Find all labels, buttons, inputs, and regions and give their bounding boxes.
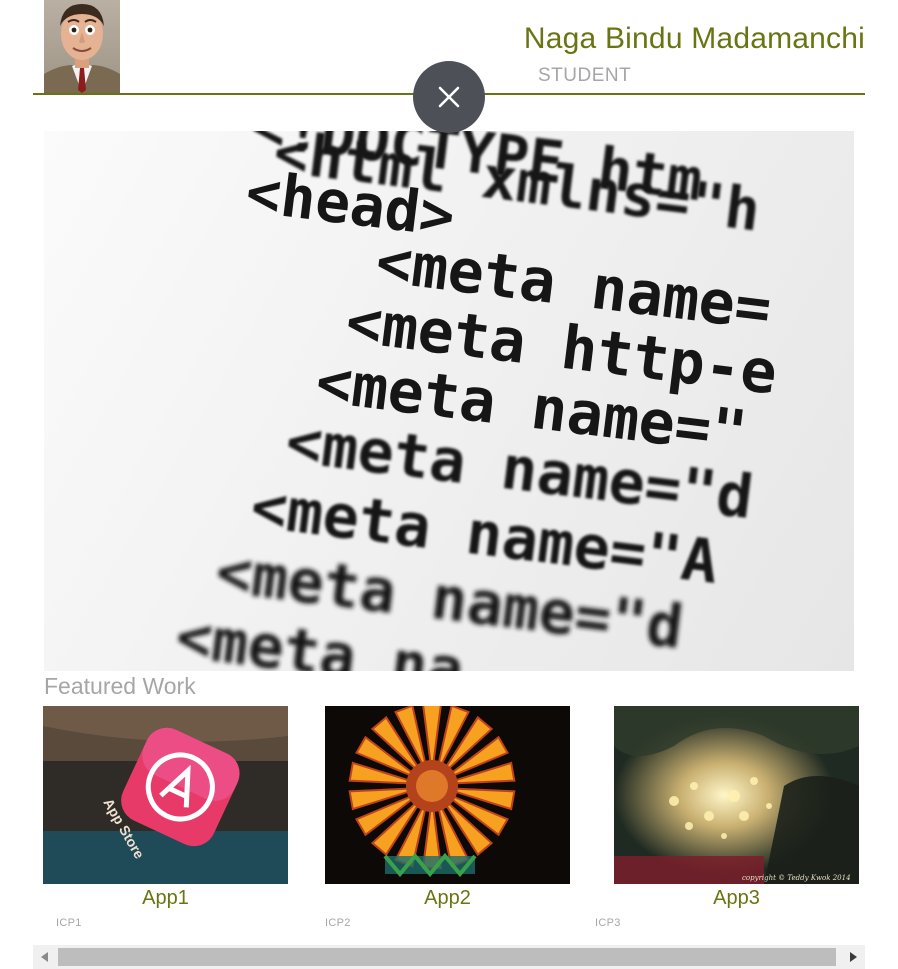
chevron-right-icon	[850, 952, 857, 962]
hero-image: <!DOCTYPE htm <html xmlns="h <head> <met…	[44, 131, 854, 671]
scroll-left-button[interactable]	[33, 945, 57, 969]
card-title[interactable]: App2	[325, 887, 570, 911]
scroll-thumb[interactable]	[58, 948, 836, 966]
profile-name: Naga Bindu Madamanchi	[523, 22, 865, 55]
card-subtitle: ICP1	[56, 917, 82, 929]
scroll-right-button[interactable]	[841, 945, 865, 969]
card-subtitle: ICP2	[325, 917, 351, 929]
chevron-left-icon	[41, 952, 48, 962]
app2-thumbnail[interactable]	[325, 706, 570, 884]
app1-thumbnail[interactable]: App Store	[43, 706, 288, 884]
card-title[interactable]: App3	[614, 887, 859, 911]
horizontal-scrollbar[interactable]	[33, 945, 865, 969]
featured-card-app1[interactable]: App Store App1	[43, 706, 288, 911]
close-icon	[438, 86, 460, 108]
close-button[interactable]	[413, 61, 485, 133]
avatar	[44, 0, 120, 93]
featured-card-app2[interactable]: App2	[325, 706, 570, 911]
card-subtitle: ICP3	[595, 917, 621, 929]
card-title[interactable]: App1	[43, 887, 288, 911]
profile-role: STUDENT	[538, 65, 632, 86]
app3-thumbnail[interactable]: copyright © Teddy Kwok 2014	[614, 706, 859, 884]
photo-credit: copyright © Teddy Kwok 2014	[742, 874, 851, 882]
featured-card-app3[interactable]: copyright © Teddy Kwok 2014 App3	[614, 706, 859, 911]
featured-heading: Featured Work	[44, 673, 196, 699]
